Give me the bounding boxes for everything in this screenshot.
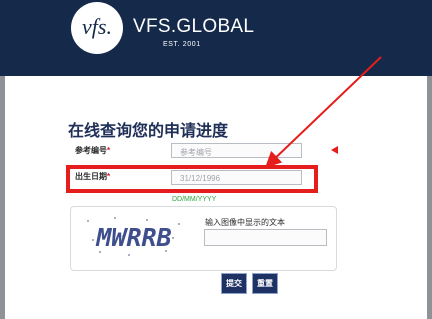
vfs-logo: vfs. xyxy=(71,2,123,54)
required-marker: * xyxy=(107,146,111,155)
captcha-text: MWRRB xyxy=(96,223,172,252)
reference-number-label-text: 参考编号 xyxy=(75,146,107,155)
vfs-logo-mark: vfs. xyxy=(82,14,112,39)
site-header: vfs. VFS.GLOBAL EST. 2001 xyxy=(0,0,432,76)
date-format-hint: DD/MM/YYYY xyxy=(172,196,217,203)
right-border xyxy=(427,76,432,319)
page-title: 在线查询您的申请进度 xyxy=(68,123,229,140)
submit-button[interactable]: 提交 xyxy=(221,273,247,294)
brand-name: VFS.GLOBAL xyxy=(133,16,255,37)
brand-established: EST. 2001 xyxy=(163,41,201,48)
captcha-input[interactable] xyxy=(204,229,327,246)
reference-number-input[interactable]: 参考编号 xyxy=(171,143,302,158)
pointer-triangle-icon xyxy=(331,146,338,154)
left-border xyxy=(0,76,5,319)
reset-button[interactable]: 重置 xyxy=(252,273,278,294)
reference-number-label: 参考编号* xyxy=(75,145,110,156)
captcha-input-label: 输入图像中显示的文本 xyxy=(205,218,285,227)
highlight-box xyxy=(66,165,318,193)
captcha-image: MWRRB xyxy=(78,211,190,263)
